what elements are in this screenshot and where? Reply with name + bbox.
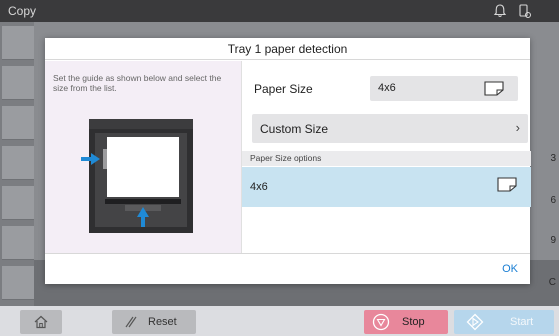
reset-label: Reset [148,316,177,328]
options-header: Paper Size options [242,151,531,166]
ok-button[interactable]: OK [502,263,518,275]
home-button[interactable] [20,310,62,334]
dialog-footer: OK [45,253,530,284]
paper-size-option[interactable]: 4x6 [242,167,531,207]
function-key[interactable] [2,186,34,220]
chevron-right-icon: › [515,120,520,135]
custom-size-label: Custom Size [260,122,329,136]
function-key[interactable] [2,266,34,300]
paper-size-label: Paper Size [254,82,313,96]
paper-size-row: Paper Size 4x6 [242,61,531,109]
start-icon [466,313,484,331]
stop-label: Stop [402,316,425,328]
top-bar: Copy [0,0,559,22]
function-key[interactable] [2,26,34,60]
function-key[interactable] [2,106,34,140]
paper-orientation-icon [484,81,504,96]
instruction-panel: Set the guide as shown below and select … [45,61,241,253]
instruction-text: Set the guide as shown below and select … [53,73,222,93]
option-label: 4x6 [250,181,268,193]
function-key[interactable] [2,66,34,100]
keypad-key-label: 3 [550,153,556,164]
dialog-title: Tray 1 paper detection [45,38,530,60]
function-key[interactable] [2,226,34,260]
stop-icon [372,313,390,331]
function-column [0,22,34,306]
keypad-key-label: 9 [550,235,556,246]
stop-button[interactable]: Stop [364,310,448,334]
paper-size-value: 4x6 [378,82,396,94]
tray-detection-dialog: Tray 1 paper detection Set the guide as … [45,38,531,284]
paper-tray-illustration-icon [81,119,193,233]
phone-icon[interactable] [516,3,532,19]
paper-size-value-box: 4x6 [370,76,518,101]
app-title: Copy [8,4,37,18]
reset-button[interactable]: Reset [112,310,196,334]
reset-icon [125,316,137,328]
start-label: Start [510,316,534,328]
bottom-bar: Reset Stop Start [0,306,559,336]
start-button[interactable]: Start [454,310,554,334]
keypad-key-label: 6 [550,195,556,206]
selection-panel: Paper Size 4x6 Custom Size › Paper Size … [241,61,531,253]
keypad-key-label: C [548,277,556,288]
function-key[interactable] [2,146,34,180]
paper-orientation-icon [497,177,517,192]
bell-icon[interactable] [492,3,508,19]
custom-size-button[interactable]: Custom Size › [252,114,528,143]
home-icon [34,315,48,329]
options-header-label: Paper Size options [250,153,322,163]
